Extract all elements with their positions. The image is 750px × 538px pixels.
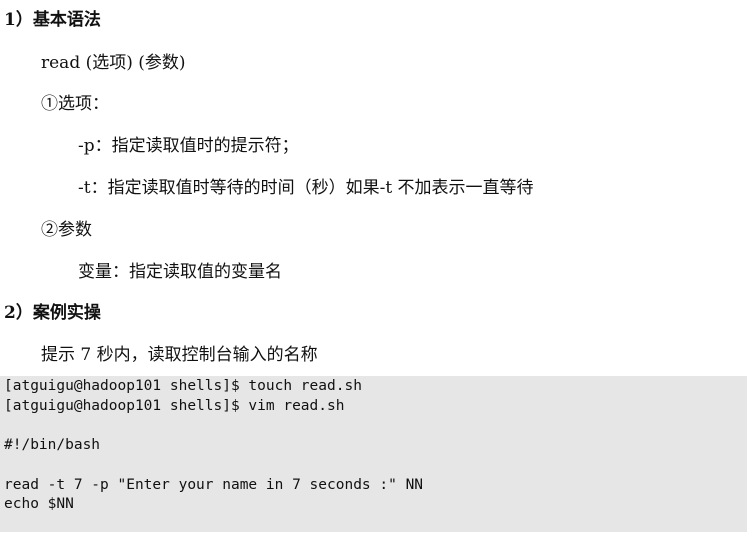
params-label: ②参数 (41, 220, 92, 240)
code-line-touch: [atguigu@hadoop101 shells]$ touch read.s… (4, 378, 362, 394)
code-line-vim: [atguigu@hadoop101 shells]$ vim read.sh (4, 398, 345, 414)
code-line-echo: echo $NN (4, 496, 74, 512)
param-variable-description: 变量：指定读取值的变量名 (78, 262, 282, 282)
code-block: [atguigu@hadoop101 shells]$ touch read.s… (0, 376, 747, 532)
basic-syntax-heading: 1）基本语法 (4, 10, 101, 30)
code-line-read: read -t 7 -p "Enter your name in 7 secon… (4, 477, 424, 493)
example-description: 提示 7 秒内，读取控制台输入的名称 (41, 345, 318, 365)
code-line-shebang: #!/bin/bash (4, 437, 101, 453)
example-heading: 2）案例实操 (4, 303, 101, 323)
options-label: ①选项： (41, 94, 109, 114)
option-p-description: -p：指定读取值时的提示符； (78, 136, 299, 156)
option-t-description: -t：指定读取值时等待的时间（秒）如果-t 不加表示一直等待 (78, 178, 534, 198)
syntax-line: read (选项) (参数) (41, 53, 186, 73)
